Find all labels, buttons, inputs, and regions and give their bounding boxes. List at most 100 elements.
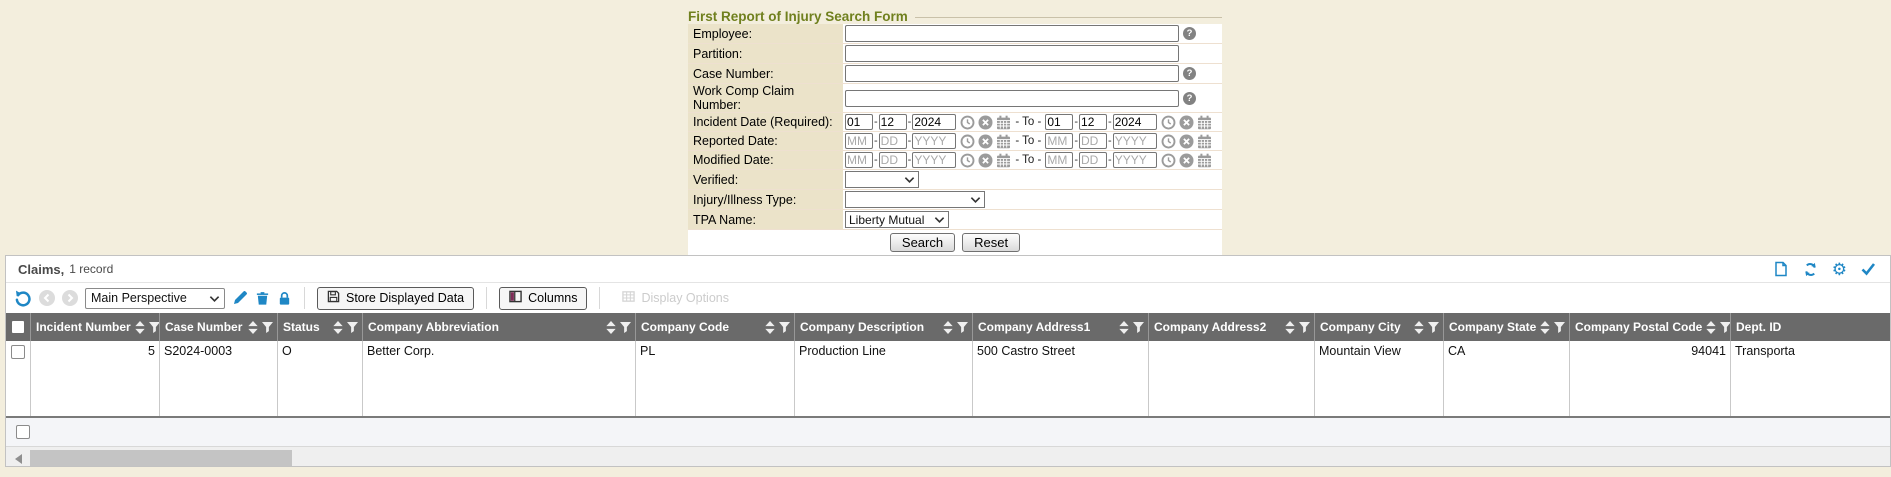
clock-icon[interactable] xyxy=(1161,115,1176,130)
incident-to-year-input[interactable] xyxy=(1113,114,1157,130)
column-header-company-postal-code[interactable]: Company Postal Code xyxy=(1570,313,1731,341)
clock-icon[interactable] xyxy=(1161,134,1176,149)
reported-to-day-input[interactable] xyxy=(1079,133,1107,149)
sort-icon[interactable] xyxy=(1119,321,1129,334)
filter-icon[interactable] xyxy=(262,322,273,333)
sort-icon[interactable] xyxy=(1285,321,1295,334)
filter-icon[interactable] xyxy=(1133,322,1144,333)
modified-from-month-input[interactable] xyxy=(845,152,873,168)
reported-to-year-input[interactable] xyxy=(1113,133,1157,149)
table-row[interactable]: 5S2024-0003OBetter Corp.PLProduction Lin… xyxy=(6,341,1890,418)
search-button[interactable]: Search xyxy=(890,233,955,252)
refresh-icon[interactable] xyxy=(1802,261,1819,278)
calendar-icon[interactable] xyxy=(1197,134,1212,149)
column-header-company-address2[interactable]: Company Address2 xyxy=(1149,313,1315,341)
work-comp-input[interactable] xyxy=(845,90,1179,107)
gear-icon[interactable]: ⚙ xyxy=(1832,261,1847,278)
clear-icon[interactable] xyxy=(978,134,993,149)
edit-pencil-icon[interactable] xyxy=(232,290,248,306)
perspective-select[interactable]: Main Perspective xyxy=(85,288,225,309)
sort-icon[interactable] xyxy=(943,321,953,334)
filter-icon[interactable] xyxy=(1720,322,1731,333)
help-icon[interactable]: ? xyxy=(1183,27,1196,40)
incident-from-year-input[interactable] xyxy=(912,114,956,130)
clear-icon[interactable] xyxy=(1179,134,1194,149)
column-header-case-number[interactable]: Case Number xyxy=(160,313,278,341)
column-header-status[interactable]: Status xyxy=(278,313,363,341)
tpa-name-select[interactable]: Liberty Mutual xyxy=(845,211,949,228)
clock-icon[interactable] xyxy=(960,115,975,130)
sort-icon[interactable] xyxy=(765,321,775,334)
column-header-company-city[interactable]: Company City xyxy=(1315,313,1444,341)
store-displayed-data-button[interactable]: Store Displayed Data xyxy=(317,287,474,310)
modified-to-month-input[interactable] xyxy=(1045,152,1073,168)
filter-icon[interactable] xyxy=(779,322,790,333)
help-icon[interactable]: ? xyxy=(1183,92,1196,105)
filter-icon[interactable] xyxy=(1554,322,1565,333)
sort-icon[interactable] xyxy=(333,321,343,334)
calendar-icon[interactable] xyxy=(996,115,1011,130)
incident-to-day-input[interactable] xyxy=(1079,114,1107,130)
undo-icon[interactable] xyxy=(14,289,32,307)
scrollbar-left-arrow-icon[interactable] xyxy=(15,454,22,464)
help-icon[interactable]: ? xyxy=(1183,67,1196,80)
sort-icon[interactable] xyxy=(135,321,145,334)
case-number-input[interactable] xyxy=(845,65,1179,82)
filter-icon[interactable] xyxy=(347,322,358,333)
filter-icon[interactable] xyxy=(620,322,631,333)
select-all-header-cell[interactable] xyxy=(6,313,31,341)
injury-type-select[interactable] xyxy=(845,191,985,208)
reported-to-month-input[interactable] xyxy=(1045,133,1073,149)
checkmark-icon[interactable] xyxy=(1860,261,1876,277)
select-all-checkbox[interactable] xyxy=(12,321,24,333)
sort-icon[interactable] xyxy=(606,321,616,334)
sort-icon[interactable] xyxy=(1540,321,1550,334)
sort-icon[interactable] xyxy=(1706,321,1716,334)
column-header-dept-id[interactable]: Dept. ID xyxy=(1731,313,1891,341)
clear-icon[interactable] xyxy=(978,153,993,168)
reported-from-year-input[interactable] xyxy=(912,133,956,149)
incident-from-month-input[interactable] xyxy=(845,114,873,130)
reported-from-month-input[interactable] xyxy=(845,133,873,149)
column-header-company-state[interactable]: Company State xyxy=(1444,313,1570,341)
sort-icon[interactable] xyxy=(1414,321,1424,334)
filter-icon[interactable] xyxy=(1299,322,1310,333)
new-document-icon[interactable] xyxy=(1773,261,1789,277)
column-header-company-address1[interactable]: Company Address1 xyxy=(973,313,1149,341)
incident-from-day-input[interactable] xyxy=(879,114,907,130)
lock-icon[interactable] xyxy=(277,291,292,306)
filter-icon[interactable] xyxy=(1428,322,1439,333)
modified-from-day-input[interactable] xyxy=(879,152,907,168)
column-header-company-abbreviation[interactable]: Company Abbreviation xyxy=(363,313,636,341)
calendar-icon[interactable] xyxy=(1197,115,1212,130)
column-header-company-description[interactable]: Company Description xyxy=(795,313,973,341)
incident-to-month-input[interactable] xyxy=(1045,114,1073,130)
column-header-company-code[interactable]: Company Code xyxy=(636,313,795,341)
reported-from-day-input[interactable] xyxy=(879,133,907,149)
calendar-icon[interactable] xyxy=(1197,153,1212,168)
modified-from-year-input[interactable] xyxy=(912,152,956,168)
horizontal-scrollbar[interactable] xyxy=(6,447,1890,467)
calendar-icon[interactable] xyxy=(996,153,1011,168)
modified-to-year-input[interactable] xyxy=(1113,152,1157,168)
columns-button[interactable]: Columns xyxy=(499,287,587,310)
partition-input[interactable] xyxy=(845,45,1179,62)
footer-checkbox[interactable] xyxy=(16,425,30,439)
column-header-incident-number[interactable]: Incident Number xyxy=(31,313,160,341)
modified-to-day-input[interactable] xyxy=(1079,152,1107,168)
row-checkbox[interactable] xyxy=(11,345,25,359)
clear-icon[interactable] xyxy=(1179,115,1194,130)
clock-icon[interactable] xyxy=(960,153,975,168)
clear-icon[interactable] xyxy=(978,115,993,130)
clock-icon[interactable] xyxy=(1161,153,1176,168)
scrollbar-thumb[interactable] xyxy=(30,450,292,467)
filter-icon[interactable] xyxy=(957,322,968,333)
employee-input[interactable] xyxy=(845,25,1179,42)
calendar-icon[interactable] xyxy=(996,134,1011,149)
delete-trash-icon[interactable] xyxy=(255,291,270,306)
clear-icon[interactable] xyxy=(1179,153,1194,168)
filter-icon[interactable] xyxy=(149,322,160,333)
reset-button[interactable]: Reset xyxy=(962,233,1020,252)
clock-icon[interactable] xyxy=(960,134,975,149)
sort-icon[interactable] xyxy=(248,321,258,334)
